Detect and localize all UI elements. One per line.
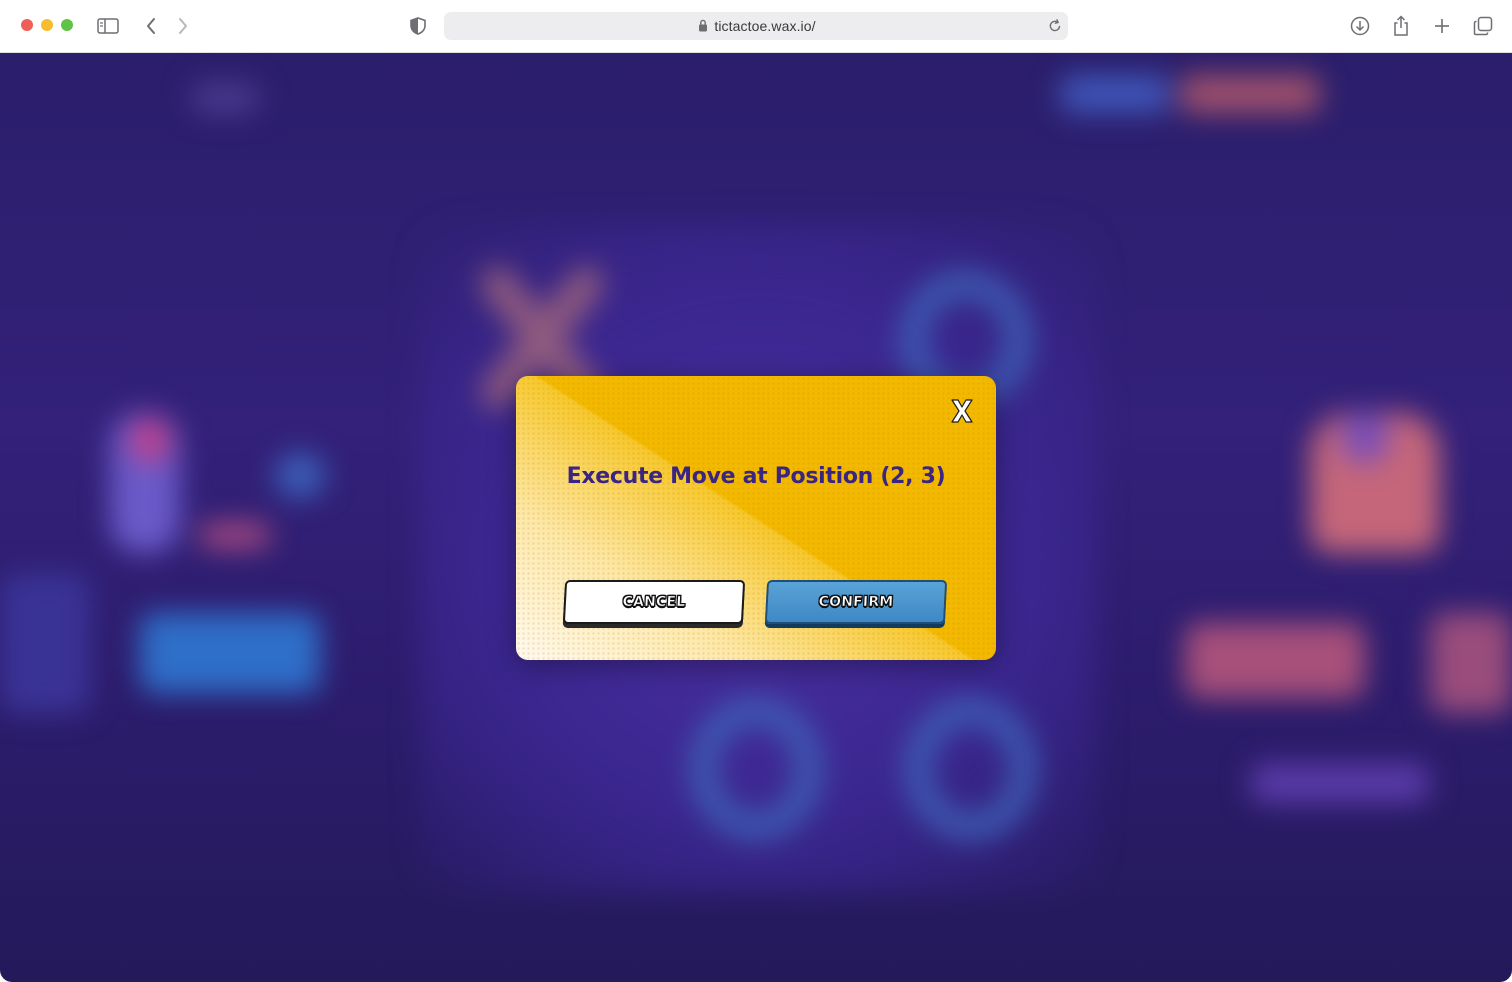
address-bar[interactable]: tictactoe.wax.io/ — [444, 12, 1068, 40]
back-arrow-icon[interactable] — [139, 14, 163, 38]
tab-overview-icon[interactable] — [1471, 14, 1495, 38]
window-minimize-button[interactable] — [41, 19, 53, 31]
sidebar-toggle-icon[interactable] — [96, 14, 120, 38]
browser-toolbar: tictactoe.wax.io/ — [0, 0, 1512, 53]
window-maximize-button[interactable] — [61, 19, 73, 31]
logo-blur — [190, 83, 260, 113]
cancel-button-label: CANCEL — [622, 594, 686, 611]
o-piece-blur — [690, 698, 822, 840]
reload-icon[interactable] — [1048, 18, 1062, 38]
o-piece-blur — [905, 698, 1037, 840]
avatar-badge-blur — [275, 453, 325, 498]
close-icon[interactable] — [948, 396, 976, 426]
header-button-blur — [1180, 75, 1320, 113]
panel-blur — [0, 573, 90, 713]
download-icon[interactable] — [1348, 14, 1372, 38]
button-blur — [1185, 623, 1365, 698]
share-icon[interactable] — [1389, 14, 1413, 38]
new-tab-plus-icon[interactable] — [1430, 14, 1454, 38]
label-blur — [200, 523, 270, 548]
header-button-blur — [1060, 75, 1170, 113]
dialog-title: Execute Move at Position (2, 3) — [566, 464, 946, 489]
opponent-avatar-blur — [1340, 413, 1390, 463]
confirm-button-label: CONFIRM — [818, 594, 894, 611]
player-avatar-blur — [130, 418, 170, 463]
button-blur — [140, 613, 320, 693]
cancel-button[interactable]: CANCEL — [562, 580, 746, 624]
panel-blur — [1430, 613, 1512, 713]
label-blur — [1250, 763, 1430, 803]
forward-arrow-icon[interactable] — [171, 14, 195, 38]
privacy-shield-icon[interactable] — [406, 14, 430, 38]
window-close-button[interactable] — [21, 19, 33, 31]
confirm-move-dialog: Execute Move at Position (2, 3) CANCEL C… — [516, 376, 996, 660]
confirm-button[interactable]: CONFIRM — [764, 580, 948, 624]
url-text: tictactoe.wax.io/ — [714, 18, 816, 34]
